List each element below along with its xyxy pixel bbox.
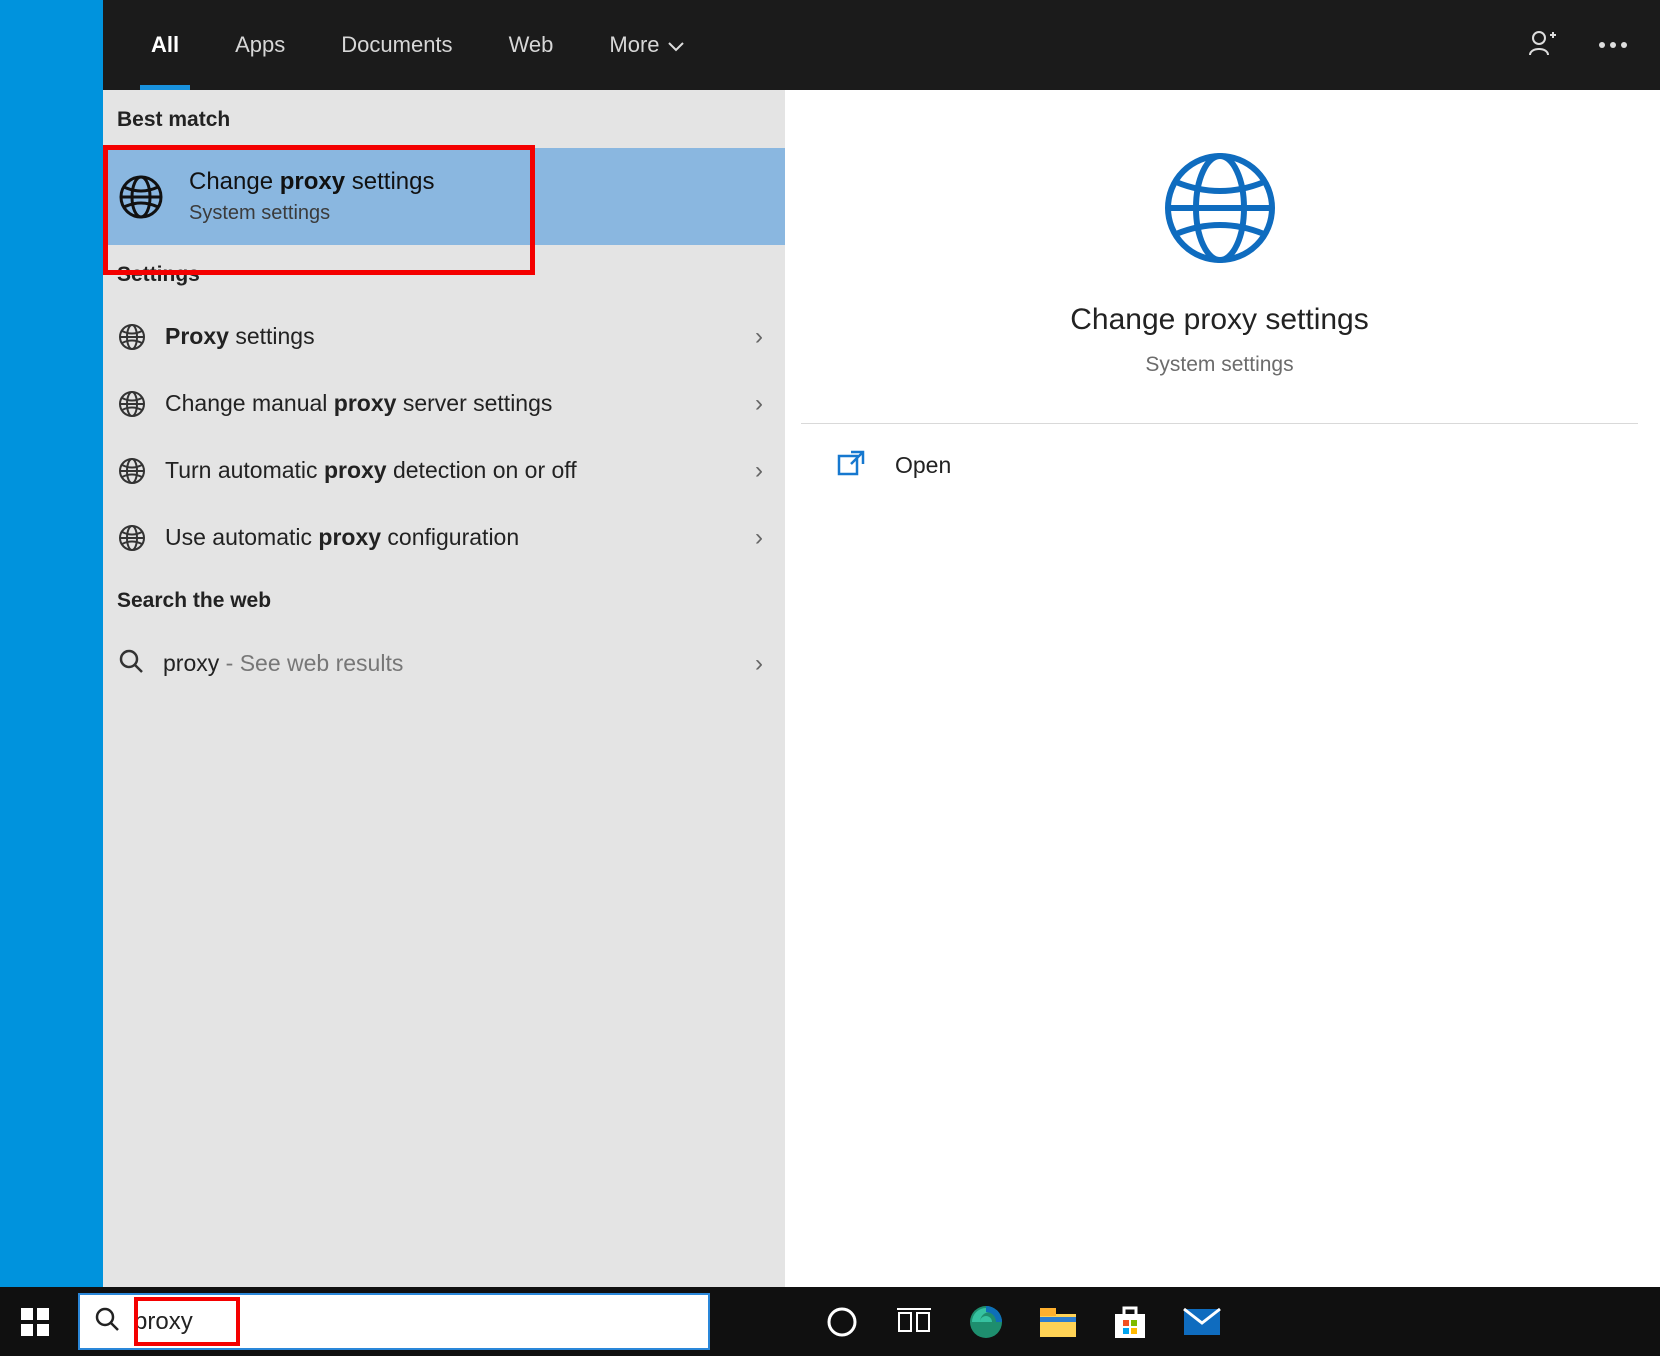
task-view-icon[interactable] [892,1300,936,1344]
best-match-header: Best match [103,90,785,148]
settings-result-label: Change manual proxy server settings [165,388,771,419]
settings-result-item[interactable]: Turn automatic proxy detection on or off… [103,437,785,504]
globe-icon [117,456,147,486]
settings-result-item[interactable]: Change manual proxy server settings › [103,370,785,437]
chevron-right-icon: › [755,390,763,418]
microsoft-store-icon[interactable] [1108,1300,1152,1344]
results-left-pane: Best match Change proxy settings System … [103,90,785,1287]
detail-title: Change proxy settings [801,303,1638,337]
start-button[interactable] [0,1287,70,1356]
best-match-result[interactable]: Change proxy settings System settings [103,148,785,245]
tab-web[interactable]: Web [481,0,582,90]
chevron-right-icon: › [755,457,763,485]
search-icon [94,1306,120,1337]
globe-icon [117,523,147,553]
globe-icon [117,322,147,352]
chevron-down-icon [668,32,684,58]
open-icon [837,450,865,481]
file-explorer-icon[interactable] [1036,1300,1080,1344]
chevron-right-icon: › [755,323,763,351]
tab-more[interactable]: More [581,0,711,90]
settings-result-label: Use automatic proxy configuration [165,522,771,553]
settings-result-label: Proxy settings [165,321,771,352]
settings-result-item[interactable]: Proxy settings › [103,303,785,370]
settings-result-item[interactable]: Use automatic proxy configuration › [103,504,785,571]
account-icon[interactable] [1528,29,1558,62]
search-web-header: Search the web [103,571,785,629]
open-action[interactable]: Open [801,424,1638,507]
detail-subtitle: System settings [801,353,1638,377]
best-match-subtitle: System settings [189,202,435,225]
taskbar: proxy [0,1287,1660,1356]
settings-result-label: Turn automatic proxy detection on or off [165,455,771,486]
web-result-item[interactable]: proxy - See web results › [103,629,785,698]
tab-more-label: More [609,32,659,58]
taskbar-search-box[interactable]: proxy [78,1293,710,1350]
edge-icon[interactable] [964,1300,1008,1344]
search-filter-tabs: All Apps Documents Web More [103,0,1660,90]
desktop-left-strip [0,0,103,1287]
settings-header: Settings [103,245,785,303]
globe-icon [117,173,165,221]
tab-all[interactable]: All [123,0,207,90]
cortana-icon[interactable] [820,1300,864,1344]
chevron-right-icon: › [755,524,763,552]
tab-documents[interactable]: Documents [313,0,480,90]
globe-icon [1160,148,1280,268]
globe-icon [117,389,147,419]
more-options-icon[interactable] [1598,36,1628,54]
search-results-window: All Apps Documents Web More Best match [103,0,1660,1287]
result-detail-pane: Change proxy settings System settings Op… [801,90,1638,1269]
web-result-label: proxy - See web results [163,650,403,677]
search-icon [117,647,145,680]
best-match-title: Change proxy settings [189,168,435,196]
search-input-value: proxy [134,1308,193,1336]
chevron-right-icon: › [755,650,763,678]
tab-apps[interactable]: Apps [207,0,313,90]
open-label: Open [895,452,951,479]
mail-icon[interactable] [1180,1300,1224,1344]
